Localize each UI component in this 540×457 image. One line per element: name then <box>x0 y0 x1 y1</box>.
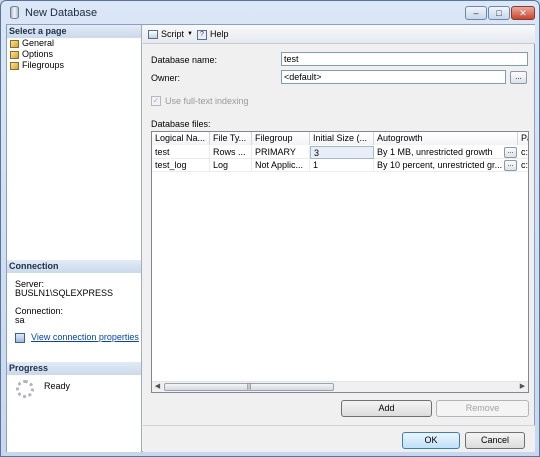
database-files-grid: Logical Na... File Ty... Filegroup Initi… <box>151 131 529 393</box>
add-button[interactable]: Add <box>341 400 432 417</box>
cancel-button[interactable]: Cancel <box>465 432 525 449</box>
scroll-right-icon[interactable]: ▶ <box>517 382 528 392</box>
column-header-path[interactable]: Pa <box>518 132 528 145</box>
right-pane: Script ▼ ? Help Database name: Owner: ..… <box>143 25 535 425</box>
help-icon: ? <box>197 30 207 40</box>
page-icon <box>10 51 19 59</box>
progress-spinner-icon <box>16 380 34 398</box>
cell-path[interactable]: c:\ <box>518 159 528 172</box>
view-connection-properties-link[interactable]: View connection properties <box>31 332 139 342</box>
column-header-autogrowth[interactable]: Autogrowth <box>374 132 518 145</box>
owner-input[interactable] <box>281 70 506 84</box>
cell-autogrowth[interactable]: By 10 percent, unrestricted gr... <box>374 159 504 172</box>
scroll-left-icon[interactable]: ◀ <box>152 382 163 392</box>
column-header-file-type[interactable]: File Ty... <box>210 132 252 145</box>
grid-header: Logical Na... File Ty... Filegroup Initi… <box>152 132 528 145</box>
ok-button[interactable]: OK <box>402 432 460 449</box>
cell-filegroup[interactable]: Not Applic... <box>252 159 310 172</box>
column-header-logical-name[interactable]: Logical Na... <box>152 132 210 145</box>
fulltext-checkbox[interactable]: ✓ <box>151 96 161 106</box>
table-row[interactable]: test_log Log Not Applic... 1 By 10 perce… <box>152 159 528 172</box>
help-button[interactable]: ? Help <box>197 28 233 41</box>
cell-initial-size[interactable]: 1 <box>310 159 374 172</box>
page-icon <box>10 40 19 48</box>
cell-autogrowth[interactable]: By 1 MB, unrestricted growth <box>374 146 504 159</box>
horizontal-scrollbar[interactable]: ◀ ||| ▶ <box>152 381 528 392</box>
script-button[interactable]: Script ▼ <box>145 28 193 41</box>
database-name-label: Database name: <box>151 55 218 65</box>
column-header-filegroup[interactable]: Filegroup <box>252 132 310 145</box>
server-value: BUSLN1\SQLEXPRESS <box>15 288 114 298</box>
toolbar: Script ▼ ? Help <box>143 25 535 44</box>
minimize-button[interactable]: – <box>465 6 487 20</box>
fulltext-label: Use full-text indexing <box>165 96 249 106</box>
page-icon <box>10 62 19 70</box>
title-bar[interactable]: New Database – □ ✕ <box>1 1 539 25</box>
cell-logical-name[interactable]: test_log <box>152 159 210 172</box>
remove-button[interactable]: Remove <box>436 400 529 417</box>
cell-filegroup[interactable]: PRIMARY <box>252 146 310 159</box>
maximize-button[interactable]: □ <box>488 6 510 20</box>
table-row[interactable]: test Rows ... PRIMARY 3 By 1 MB, unrestr… <box>152 146 528 159</box>
help-label: Help <box>210 29 229 39</box>
progress-header: Progress <box>7 362 141 375</box>
close-button[interactable]: ✕ <box>511 6 535 20</box>
dialog-button-bar: OK Cancel <box>143 425 535 452</box>
database-name-input[interactable] <box>281 52 528 66</box>
connection-header: Connection <box>7 260 141 273</box>
new-database-window: New Database – □ ✕ Select a page General… <box>0 0 540 457</box>
cell-file-type[interactable]: Rows ... <box>210 146 252 159</box>
page-label: Options <box>22 49 54 59</box>
connection-properties-icon <box>15 333 25 343</box>
column-header-initial-size[interactable]: Initial Size (... <box>310 132 374 145</box>
cell-initial-size[interactable]: 3 <box>310 146 374 159</box>
autogrowth-edit-button[interactable]: ... <box>504 160 517 171</box>
page-label: General <box>22 38 55 48</box>
dropdown-arrow-icon[interactable]: ▼ <box>187 28 193 41</box>
database-icon <box>10 6 19 19</box>
dialog-client-area: Select a page General Options Filegroups… <box>6 24 535 452</box>
connection-value: sa <box>15 315 25 325</box>
window-title: New Database <box>25 7 98 19</box>
script-label: Script <box>161 29 185 39</box>
database-files-label: Database files: <box>151 119 211 129</box>
script-icon <box>148 30 158 39</box>
owner-browse-button[interactable]: ... <box>510 71 527 84</box>
autogrowth-edit-button[interactable]: ... <box>504 147 517 158</box>
owner-label: Owner: <box>151 73 181 83</box>
page-label: Filegroups <box>22 60 65 70</box>
progress-status: Ready <box>44 381 71 391</box>
left-pane: Select a page General Options Filegroups… <box>7 25 142 452</box>
cell-file-type[interactable]: Log <box>210 159 252 172</box>
scroll-thumb[interactable]: ||| <box>164 383 334 391</box>
cell-logical-name[interactable]: test <box>152 146 210 159</box>
cell-path[interactable]: c:\ <box>518 146 528 159</box>
select-page-header: Select a page <box>7 25 141 38</box>
